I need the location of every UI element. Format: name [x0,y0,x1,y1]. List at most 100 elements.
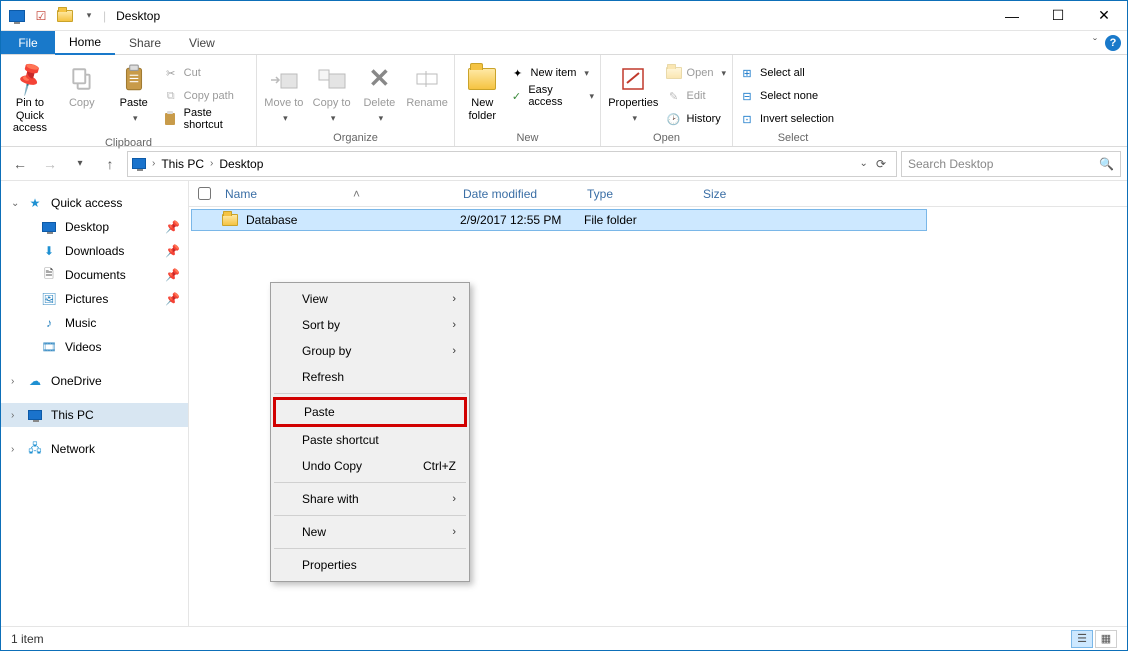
select-all-checkbox[interactable] [198,187,211,200]
tab-home[interactable]: Home [55,31,115,55]
delete-button[interactable]: ✕ Delete [359,59,401,124]
tree-network[interactable]: ›🖧Network [1,437,188,461]
cm-share-with[interactable]: Share with› [273,486,467,512]
new-folder-icon [466,63,498,95]
back-button[interactable]: ← [7,151,33,177]
tab-view[interactable]: View [175,31,229,54]
pin-to-quick-access-button[interactable]: 📌 Pin to Quick access [7,59,53,135]
group-label-clipboard: Clipboard [7,135,250,149]
easy-access-button[interactable]: ✓Easy access [510,86,594,106]
close-button[interactable]: ✕ [1081,1,1127,31]
properties-button[interactable]: Properties [607,59,660,124]
menu-separator [274,393,466,394]
app-icon [7,6,27,26]
address-dropdown-icon[interactable]: ⌄ [860,158,868,169]
up-button[interactable]: ↑ [97,151,123,177]
chevron-right-icon: › [452,526,456,538]
open-icon [666,65,682,81]
chevron-right-icon: › [452,319,456,331]
copy-to-icon [316,63,348,95]
tree-music[interactable]: ♪Music [1,311,188,335]
cut-button[interactable]: ✂Cut [163,63,250,83]
column-type[interactable]: Type [581,187,697,201]
move-to-icon [268,63,300,95]
documents-icon: 🗎 [41,267,57,283]
paste-button[interactable]: Paste [111,59,157,124]
tree-documents[interactable]: 🗎Documents📌 [1,263,188,287]
tree-onedrive[interactable]: ›☁OneDrive [1,369,188,393]
invert-selection-button[interactable]: ⊡Invert selection [739,109,834,129]
quick-access-toolbar: ☑ ▾ | [1,6,106,26]
tab-file[interactable]: File [1,31,55,54]
thumbnails-view-toggle[interactable]: ▦ [1095,630,1117,648]
cm-view[interactable]: View› [273,286,467,312]
folder-icon [222,214,238,226]
chevron-right-icon: › [210,158,213,169]
cm-undo-copy[interactable]: Undo CopyCtrl+Z [273,453,467,479]
window-title: Desktop [116,9,160,23]
forward-button[interactable]: → [37,151,63,177]
cm-paste-shortcut[interactable]: Paste shortcut [273,427,467,453]
recent-locations-button[interactable]: ▾ [67,151,93,177]
navigation-toolbar: ← → ▾ ↑ › This PC › Desktop ⌄ ⟳ Search D… [1,147,1127,181]
minimize-button[interactable]: — [989,1,1035,31]
select-all-icon: ⊞ [739,65,755,81]
group-label-new: New [461,130,594,144]
qat-properties-icon[interactable]: ☑ [31,6,51,26]
expand-icon[interactable]: ⌄ [11,198,19,209]
expand-icon[interactable]: › [11,444,14,455]
select-all-button[interactable]: ⊞Select all [739,63,834,83]
qat-dropdown-icon[interactable]: ▾ [79,6,99,26]
column-date[interactable]: Date modified [457,187,581,201]
paste-shortcut-button[interactable]: Paste shortcut [163,109,250,129]
column-size[interactable]: Size [697,187,777,201]
cm-group-by[interactable]: Group by› [273,338,467,364]
menu-separator [274,515,466,516]
rename-icon [411,63,443,95]
group-label-organize: Organize [263,130,448,144]
maximize-button[interactable]: ☐ [1035,1,1081,31]
details-view-toggle[interactable]: ☰ [1071,630,1093,648]
new-folder-button[interactable]: New folder [461,59,504,122]
cm-properties[interactable]: Properties [273,552,467,578]
edit-button[interactable]: ✎Edit [666,86,726,106]
tree-quick-access[interactable]: ⌄★Quick access [1,191,188,215]
expand-icon[interactable]: › [11,410,14,421]
qat-folder-icon[interactable] [55,6,75,26]
rename-button[interactable]: Rename [406,59,448,110]
search-icon: 🔍 [1099,157,1114,171]
column-headers: Name˄ Date modified Type Size [189,181,1127,207]
easy-access-icon: ✓ [510,88,524,104]
help-icon[interactable]: ? [1105,35,1121,51]
tree-downloads[interactable]: ⬇Downloads📌 [1,239,188,263]
onedrive-icon: ☁ [27,373,43,389]
search-box[interactable]: Search Desktop 🔍 [901,151,1121,177]
this-pc-icon [27,407,43,423]
tree-videos[interactable]: 🎞Videos [1,335,188,359]
open-button[interactable]: Open [666,63,726,83]
paste-dropdown-icon[interactable] [130,112,138,125]
cm-paste[interactable]: Paste [273,397,467,427]
move-to-button[interactable]: Move to [263,59,305,124]
cm-sort-by[interactable]: Sort by› [273,312,467,338]
tab-share[interactable]: Share [115,31,175,54]
tree-this-pc[interactable]: ›This PC [1,403,188,427]
ribbon-collapse-icon[interactable]: ˇ [1093,36,1097,50]
history-button[interactable]: 🕑History [666,109,726,129]
breadcrumb-current[interactable]: Desktop [219,157,263,171]
cm-refresh[interactable]: Refresh [273,364,467,390]
select-none-button[interactable]: ⊟Select none [739,86,834,106]
tree-pictures[interactable]: 🖼Pictures📌 [1,287,188,311]
tree-desktop[interactable]: Desktop📌 [1,215,188,239]
expand-icon[interactable]: › [11,376,14,387]
refresh-icon[interactable]: ⟳ [876,157,886,171]
cm-new[interactable]: New› [273,519,467,545]
new-item-button[interactable]: ✦New item [510,63,594,83]
copy-path-button[interactable]: ⧉Copy path [163,86,250,106]
copy-button[interactable]: Copy [59,59,105,110]
breadcrumb-root[interactable]: This PC [161,157,204,171]
column-name[interactable]: Name˄ [219,187,457,201]
address-bar[interactable]: › This PC › Desktop ⌄ ⟳ [127,151,897,177]
copy-to-button[interactable]: Copy to [311,59,353,124]
file-row[interactable]: Database 2/9/2017 12:55 PM File folder [191,209,927,231]
